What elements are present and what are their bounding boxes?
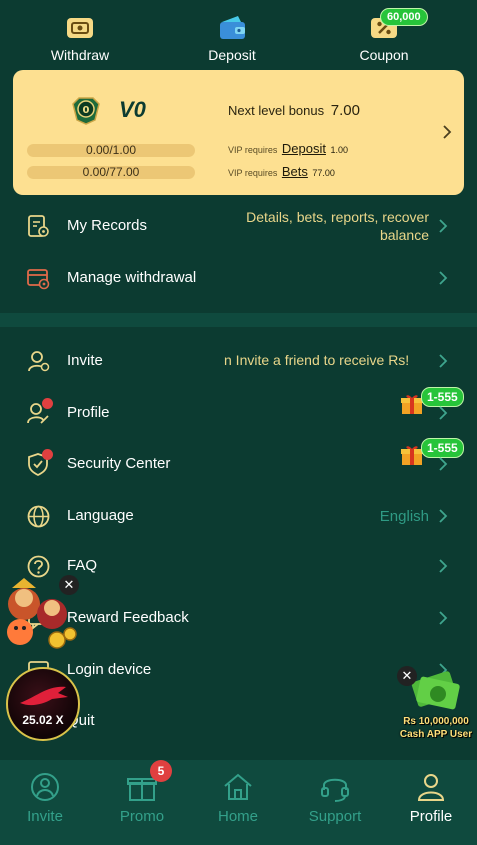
nav-label: Invite [27, 808, 63, 825]
svg-text:0: 0 [83, 105, 90, 116]
vip-deposit-requirement: VIP requires Deposit 1.00 [228, 141, 348, 156]
withdraw-button[interactable]: Withdraw [25, 12, 135, 63]
quick-actions-bar: Withdraw Deposit Coupon 60,000 [0, 0, 477, 70]
close-cash-promo-button[interactable]: ✕ [397, 666, 417, 686]
menu-item-label: My Records [67, 217, 148, 234]
nav-home[interactable]: Home [193, 770, 283, 825]
nav-label: Profile [409, 808, 453, 825]
nav-label: Support [308, 808, 362, 825]
invite-marquee-text: n Invite a friend to receive Rs! [224, 352, 410, 368]
vip-emblem-icon: 0 [72, 97, 100, 125]
chevron-right-icon [439, 457, 448, 471]
menu-item-manage-withdrawal[interactable]: Manage withdrawal [0, 253, 477, 303]
withdraw-label: Withdraw [50, 47, 110, 63]
menu-item-invite[interactable]: Invite n Invite a friend to receive Rs! [0, 336, 477, 386]
menu-item-profile[interactable]: Profile 1-555 [0, 387, 477, 438]
aviator-multiplier: 25.02 X [22, 713, 64, 727]
reward-badge: 1-555 [400, 438, 466, 468]
vip-card[interactable]: 0 V0 0.00/1.00 0.00/77.00 Next level bon… [13, 70, 464, 195]
menu-item-my-records[interactable]: My Records Details, bets, reports, recov… [0, 201, 477, 251]
floating-aviator-game[interactable]: 25.02 X [6, 667, 80, 741]
chevron-right-icon [443, 125, 452, 139]
wallet-icon [220, 16, 245, 39]
next-bonus-label: Next level bonus [228, 103, 325, 118]
coupon-badge: 60,000 [380, 8, 428, 26]
bets-requirement-link[interactable]: Bets [282, 164, 308, 179]
menu-item-security-center[interactable]: Security Center 1-555 [0, 438, 477, 489]
menu-item-label: Language [67, 507, 134, 524]
person-icon [417, 774, 445, 801]
nav-label: Home [217, 808, 258, 825]
section-divider [0, 313, 477, 327]
chevron-right-icon [439, 509, 448, 523]
cash-promo-amount: Rs 10,000,000 [403, 716, 469, 727]
menu-item-label: Security Center [67, 455, 171, 472]
deposit-label: Deposit [208, 47, 256, 63]
chevron-right-icon [439, 406, 448, 420]
invite-user-icon [28, 351, 50, 372]
current-language: English [379, 508, 429, 525]
menu-item-label: FAQ [67, 557, 98, 574]
next-level-bonus: Next level bonus 7.00 [228, 102, 360, 119]
bottom-navigation: Invite Promo Home Support Profile [0, 760, 477, 845]
chevron-right-icon [439, 559, 448, 573]
close-promo-button[interactable]: ✕ [59, 575, 79, 595]
nav-support[interactable]: Support [290, 770, 380, 825]
deposit-button[interactable]: Deposit [177, 12, 287, 63]
records-subtext-line1: Details, bets, reports, recover [246, 209, 429, 225]
notification-dot [42, 449, 53, 460]
globe-icon [27, 505, 50, 528]
bets-progress-bar: 0.00/77.00 [27, 166, 195, 179]
home-icon [224, 773, 252, 800]
deposit-progress-text: 0.00/1.00 [85, 143, 137, 157]
menu-item-language[interactable]: Language English [0, 491, 477, 541]
nav-label: Promo [119, 808, 165, 825]
chevron-right-icon [439, 611, 448, 625]
reward-badge: 1-555 [400, 387, 466, 417]
chevron-right-icon [439, 271, 448, 285]
coupon-label: Coupon [359, 47, 409, 63]
nav-promo[interactable]: Promo [97, 770, 187, 825]
vip-level: V0 [119, 97, 146, 122]
records-subtext: Details, bets, reports, recover balance [246, 208, 429, 244]
req-prefix: VIP requires [228, 168, 278, 178]
withdraw-ticket-icon [67, 18, 93, 38]
invite-handshake-icon [31, 773, 59, 801]
menu-item-label: Manage withdrawal [67, 269, 197, 286]
vip-bets-requirement: VIP requires Bets 77.00 [228, 164, 335, 179]
reward-badge-text: 1-555 [421, 387, 464, 407]
menu-item-label: Reward Feedback [67, 609, 189, 626]
bets-progress-text: 0.00/77.00 [82, 165, 140, 179]
deposit-progress-bar: 0.00/1.00 [27, 144, 195, 157]
records-subtext-line2: balance [379, 227, 429, 243]
menu-item-label: Profile [67, 404, 110, 421]
manage-withdrawal-icon [27, 269, 50, 290]
req-prefix: VIP requires [228, 145, 278, 155]
notification-dot [42, 398, 53, 409]
nav-invite[interactable]: Invite [0, 770, 90, 825]
deposit-requirement-link[interactable]: Deposit [282, 141, 326, 156]
next-bonus-value: 7.00 [330, 102, 360, 119]
chevron-right-icon [439, 354, 448, 368]
menu-item-label: Login device [67, 661, 152, 678]
cash-promo-caption: Cash APP User [399, 729, 473, 740]
nav-profile[interactable]: Profile [386, 770, 476, 825]
bets-requirement-amount: 77.00 [312, 168, 335, 178]
records-icon [28, 215, 49, 237]
chevron-right-icon [439, 219, 448, 233]
promo-count-badge: 5 [150, 760, 172, 782]
headset-icon [321, 778, 349, 802]
menu-item-label: Invite [67, 352, 103, 369]
deposit-requirement-amount: 1.00 [330, 145, 348, 155]
reward-badge-text: 1-555 [421, 438, 464, 458]
